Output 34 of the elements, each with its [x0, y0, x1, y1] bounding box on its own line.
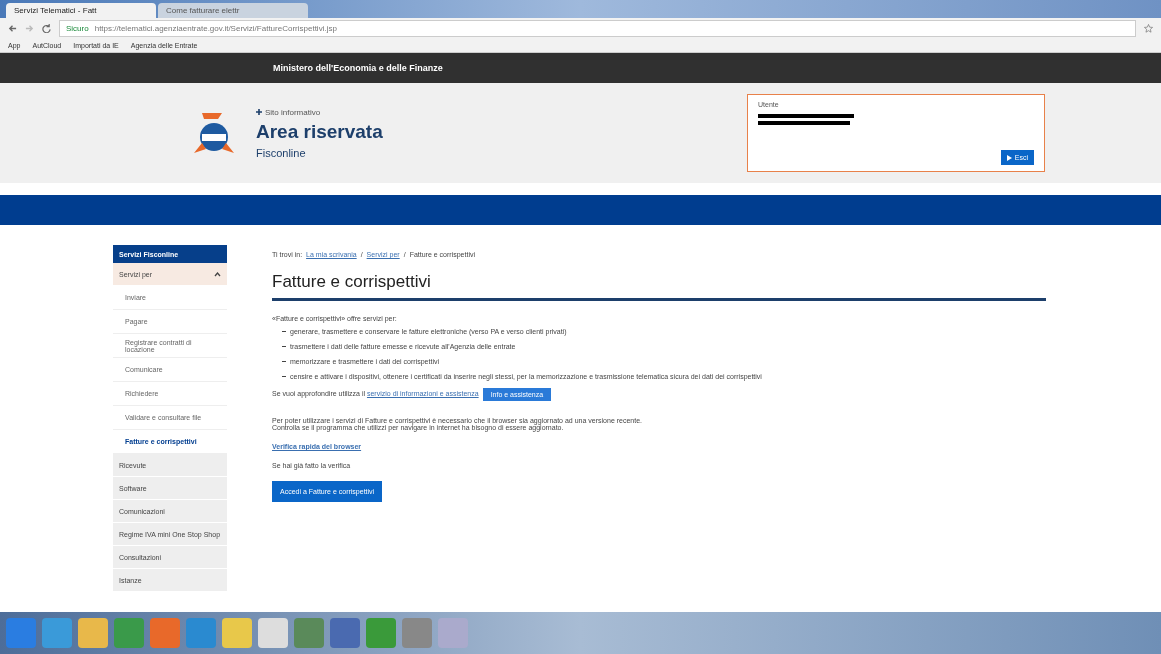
- taskbar-app-icon[interactable]: [438, 618, 468, 648]
- taskbar-app-icon[interactable]: [402, 618, 432, 648]
- taskbar-app-icon[interactable]: [150, 618, 180, 648]
- browser-tab[interactable]: Come fatturare elettr: [158, 3, 308, 18]
- play-icon: [1006, 154, 1012, 161]
- reload-icon[interactable]: [42, 23, 51, 33]
- plus-icon: [256, 109, 262, 115]
- browser-tab[interactable]: Servizi Telematici - Fatt: [6, 3, 156, 18]
- area-title: Area riservata: [256, 120, 384, 143]
- taskbar-app-icon[interactable]: [78, 618, 108, 648]
- taskbar-app-icon[interactable]: [258, 618, 288, 648]
- forward-icon[interactable]: [25, 23, 34, 33]
- taskbar-app-icon[interactable]: [186, 618, 216, 648]
- address-bar[interactable]: Sicuro https://telematici.agenziaentrate.gov.it/Servizi/FattureCorrispettivi.jsp: [59, 19, 1136, 37]
- chevron-up-icon: [214, 271, 221, 277]
- url-text: https://telematici.agenziaentrate.gov.it/Servizi/FattureCorrispettivi.jsp: [94, 23, 337, 33]
- secure-label: Sicuro: [66, 23, 89, 33]
- taskbar-app-icon[interactable]: [114, 618, 144, 648]
- page-heading: Fatture e corrispettivi: [272, 272, 1046, 301]
- bullet-dash-icon: [282, 376, 286, 377]
- taskbar-app-icon[interactable]: [222, 618, 252, 648]
- bullet-dash-icon: [282, 361, 286, 362]
- area-subtitle: Fisconline: [256, 146, 307, 159]
- star-icon[interactable]: [1144, 23, 1153, 33]
- taskbar-app-icon[interactable]: [330, 618, 360, 648]
- back-icon[interactable]: [8, 23, 17, 33]
- bullet-dash-icon: [282, 331, 286, 332]
- taskbar-app-icon[interactable]: [294, 618, 324, 648]
- taskbar-app-icon[interactable]: [6, 618, 36, 648]
- taskbar-app-icon[interactable]: [42, 618, 72, 648]
- info-site-link[interactable]: Sito informativo: [265, 107, 321, 117]
- ministry-title: Ministero dell'Economia e delle Finanze: [273, 63, 443, 73]
- bullet-dash-icon: [282, 346, 286, 347]
- taskbar-app-icon[interactable]: [366, 618, 396, 648]
